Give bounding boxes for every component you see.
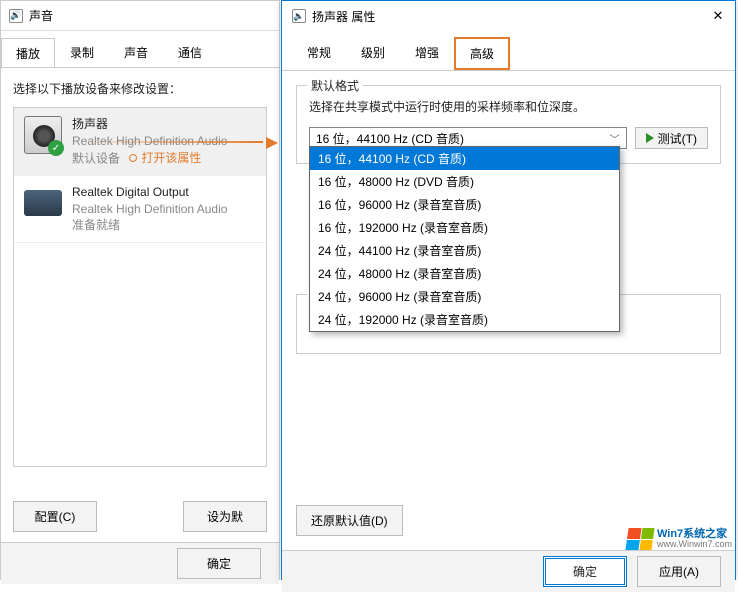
test-button[interactable]: 测试(T)	[635, 127, 708, 149]
format-select-value: 16 位，44100 Hz (CD 音质)	[316, 130, 464, 147]
format-option[interactable]: 24 位，192000 Hz (录音室音质)	[310, 308, 619, 331]
speaker-window-icon: 🔈	[292, 9, 306, 23]
watermark: Win7系统之家 www.Winwin7.com	[627, 528, 732, 550]
format-option[interactable]: 16 位，48000 Hz (DVD 音质)	[310, 170, 619, 193]
configure-button[interactable]: 配置(C)	[13, 501, 97, 532]
properties-titlebar: 🔈 扬声器 属性 ✕	[282, 1, 735, 31]
default-format-desc: 选择在共享模式中运行时使用的采样频率和位深度。	[309, 98, 708, 115]
device-driver: Realtek High Definition Audio	[72, 133, 227, 150]
tab-enhance[interactable]: 增强	[400, 37, 454, 70]
sound-window-icon: 🔊	[9, 9, 23, 23]
properties-footer: 确定 应用(A)	[282, 550, 735, 592]
properties-body: 默认格式 选择在共享模式中运行时使用的采样频率和位深度。 16 位，44100 …	[282, 70, 735, 550]
tab-general[interactable]: 常规	[292, 37, 346, 70]
chevron-down-icon: ﹀	[610, 131, 620, 146]
device-name: Realtek Digital Output	[72, 184, 227, 201]
tab-recording[interactable]: 录制	[55, 37, 109, 68]
open-properties-callout: 打开该属性	[129, 150, 201, 167]
default-format-group: 默认格式 选择在共享模式中运行时使用的采样频率和位深度。 16 位，44100 …	[296, 85, 721, 164]
tab-levels[interactable]: 级别	[346, 37, 400, 70]
speaker-icon: ✓	[24, 116, 62, 154]
play-icon	[646, 133, 654, 143]
format-option[interactable]: 16 位，96000 Hz (录音室音质)	[310, 193, 619, 216]
playback-instruction: 选择以下播放设备来修改设置：	[13, 80, 267, 97]
properties-ok-button[interactable]: 确定	[543, 556, 627, 587]
format-option[interactable]: 24 位，44100 Hz (录音室音质)	[310, 239, 619, 262]
set-default-button[interactable]: 设为默	[183, 501, 267, 532]
sound-body: 选择以下播放设备来修改设置： ✓ 扬声器 Realtek High Defini…	[1, 67, 279, 542]
default-check-icon: ✓	[48, 140, 64, 156]
speaker-properties-window: 🔈 扬声器 属性 ✕ 常规 级别 增强 高级 默认格式 选择在共享模式中运行时使…	[281, 0, 736, 580]
windows-flag-icon	[625, 528, 654, 550]
device-digital-output[interactable]: Realtek Digital Output Realtek High Defi…	[14, 176, 266, 243]
format-dropdown[interactable]: 16 位，44100 Hz (CD 音质) 16 位，48000 Hz (DVD…	[309, 146, 620, 332]
restore-defaults-button[interactable]: 还原默认值(D)	[296, 505, 403, 536]
properties-title-text: 扬声器 属性	[312, 8, 375, 25]
properties-apply-button[interactable]: 应用(A)	[637, 556, 721, 587]
sound-window: 🔊 声音 播放 录制 声音 通信 选择以下播放设备来修改设置： ✓ 扬声器 Re…	[0, 0, 280, 580]
tab-playback[interactable]: 播放	[1, 38, 55, 69]
sound-footer: 确定	[1, 542, 279, 584]
device-speakers[interactable]: ✓ 扬声器 Realtek High Definition Audio 默认设备…	[14, 108, 266, 176]
format-option[interactable]: 24 位，96000 Hz (录音室音质)	[310, 285, 619, 308]
tab-advanced[interactable]: 高级	[454, 37, 510, 70]
watermark-url: www.Winwin7.com	[657, 540, 732, 550]
digital-output-icon	[24, 184, 62, 222]
format-option[interactable]: 16 位，44100 Hz (CD 音质)	[310, 147, 619, 170]
tab-sounds[interactable]: 声音	[109, 37, 163, 68]
sound-titlebar: 🔊 声音	[1, 1, 279, 31]
tab-communication[interactable]: 通信	[163, 37, 217, 68]
format-option[interactable]: 16 位，192000 Hz (录音室音质)	[310, 216, 619, 239]
playback-device-list[interactable]: ✓ 扬声器 Realtek High Definition Audio 默认设备…	[13, 107, 267, 467]
default-format-label: 默认格式	[307, 77, 363, 94]
sound-ok-button[interactable]: 确定	[177, 548, 261, 579]
sound-title-text: 声音	[29, 7, 53, 24]
format-option[interactable]: 24 位，48000 Hz (录音室音质)	[310, 262, 619, 285]
device-status: 默认设备	[72, 151, 120, 165]
device-driver: Realtek High Definition Audio	[72, 201, 227, 218]
device-name: 扬声器	[72, 116, 227, 133]
device-status: 准备就绪	[72, 217, 227, 234]
close-icon[interactable]: ✕	[711, 9, 725, 23]
properties-tabs: 常规 级别 增强 高级	[282, 31, 735, 70]
sound-tabs: 播放 录制 声音 通信	[1, 31, 279, 68]
callout-circle-icon	[129, 154, 137, 162]
